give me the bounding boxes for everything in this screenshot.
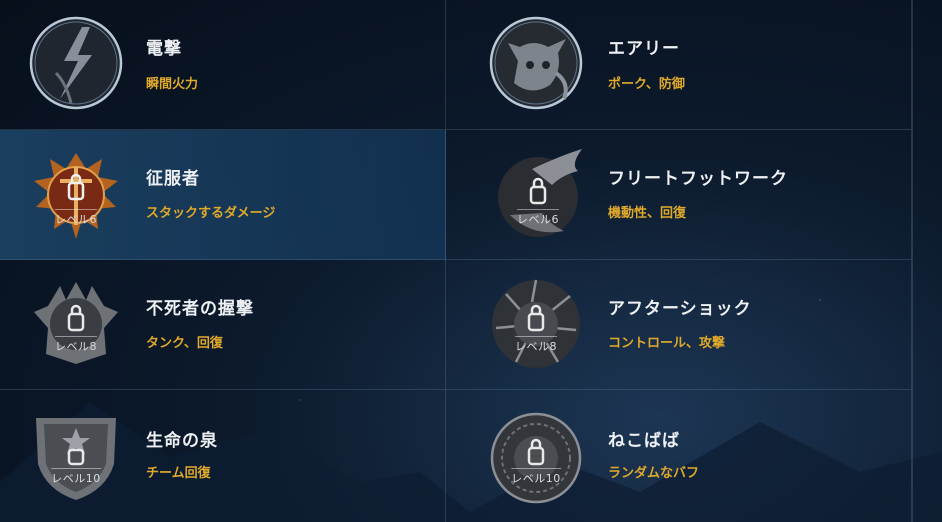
conqueror-icon: レベル6 [26, 145, 126, 245]
rune-name: 生命の泉 [146, 431, 218, 451]
rune-description: 瞬間火力 [146, 77, 199, 92]
level-requirement-label: レベル6 [517, 209, 559, 227]
rune-name: 征服者 [146, 169, 200, 189]
lightning-icon [26, 13, 126, 113]
coin-icon: レベル10 [486, 404, 586, 504]
rune-grid: 電撃 瞬間火力 エアリー ポーク、防御 レベル6 征服者 スタックするダメージ … [0, 0, 912, 522]
rune-card-conqueror[interactable]: レベル6 征服者 スタックするダメージ [0, 130, 446, 260]
rune-card-grasp-of-the-undying[interactable]: レベル8 不死者の握撃 タンク、回復 [0, 260, 446, 390]
rune-name: アフターショック [608, 299, 752, 319]
aftershock-icon: レベル8 [486, 272, 586, 372]
grid-right-border [912, 0, 913, 522]
level-requirement-label: レベル6 [55, 209, 97, 227]
level-requirement-label: レベル8 [55, 336, 97, 354]
rune-description: ランダムなバフ [608, 466, 700, 481]
rune-name: エアリー [608, 39, 680, 59]
rune-card-aftershock[interactable]: レベル8 アフターショック コントロール、攻撃 [446, 260, 912, 390]
rune-description: タンク、回復 [146, 336, 223, 351]
rune-card-fleet-footwork[interactable]: レベル6 フリートフットワーク 機動性、回復 [446, 130, 912, 260]
shield-icon: レベル10 [26, 404, 126, 504]
fairy-cat-icon [486, 13, 586, 113]
rune-card-electrocute[interactable]: 電撃 瞬間火力 [0, 0, 446, 130]
rune-card-font-of-life[interactable]: レベル10 生命の泉 チーム回復 [0, 390, 446, 522]
rune-description: 機動性、回復 [608, 206, 687, 221]
wing-icon: レベル6 [492, 145, 592, 245]
level-requirement-label: レベル10 [511, 468, 561, 486]
rune-description: ポーク、防御 [608, 77, 685, 92]
rune-name: ねこばば [608, 431, 680, 451]
rune-description: コントロール、攻撃 [608, 336, 726, 351]
rune-name: 電撃 [146, 39, 182, 59]
rune-name: 不死者の握撃 [146, 299, 254, 319]
rune-description: スタックするダメージ [146, 206, 276, 221]
rune-card-aery[interactable]: エアリー ポーク、防御 [446, 0, 912, 130]
level-requirement-label: レベル8 [515, 336, 557, 354]
level-requirement-label: レベル10 [51, 468, 101, 486]
rune-card-nekobaba[interactable]: レベル10 ねこばば ランダムなバフ [446, 390, 912, 522]
grasp-icon: レベル8 [26, 272, 126, 372]
rune-name: フリートフットワーク [608, 169, 788, 189]
rune-description: チーム回復 [146, 466, 211, 481]
